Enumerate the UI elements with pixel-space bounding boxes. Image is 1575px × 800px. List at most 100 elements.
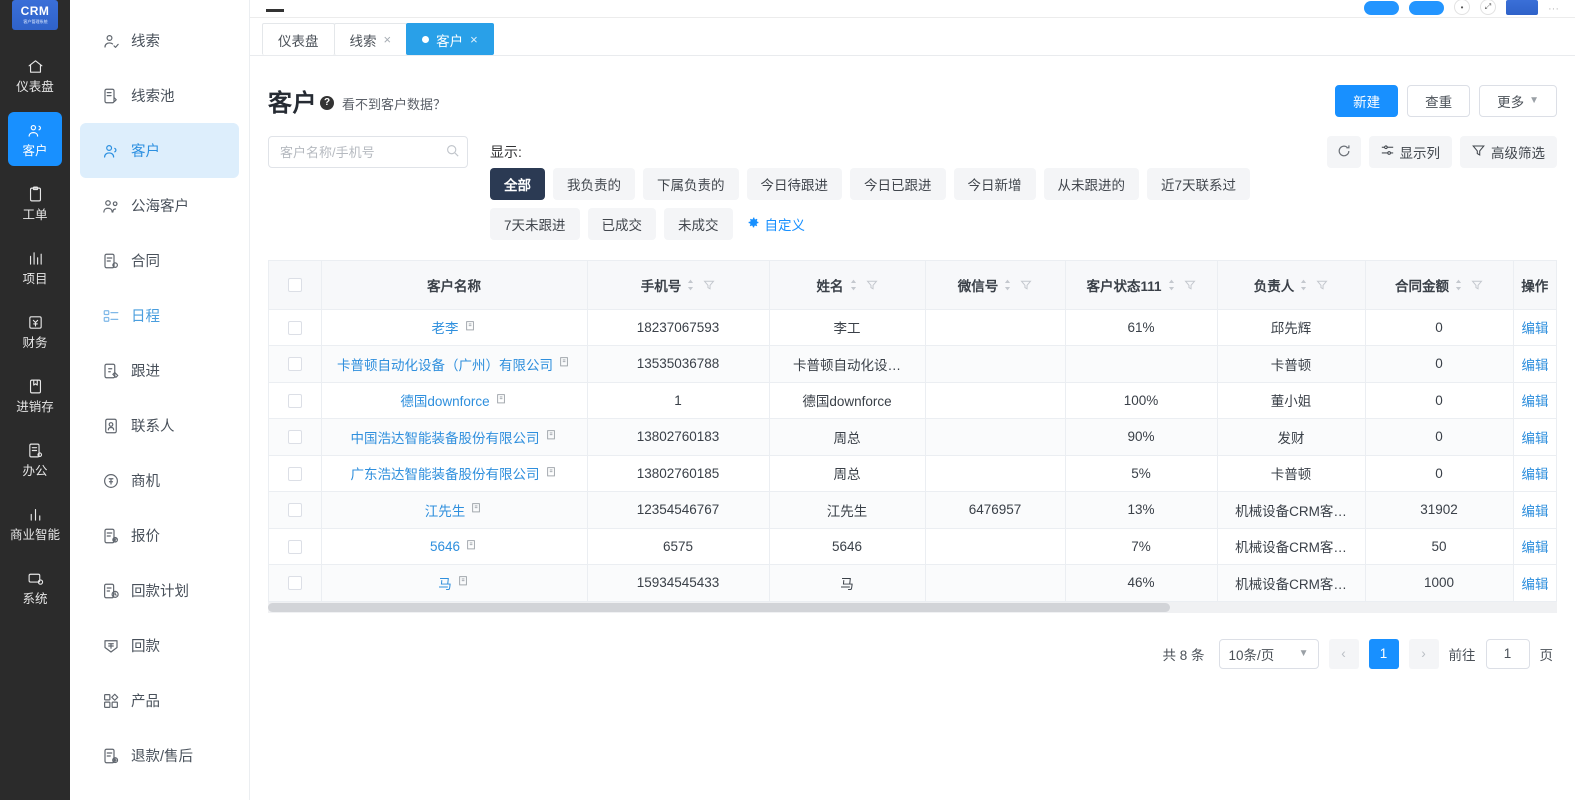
row-checkbox[interactable] (287, 503, 302, 518)
filter-chip-未成交[interactable]: 未成交 (664, 208, 733, 240)
create-button[interactable]: 新建 (1335, 84, 1399, 117)
customer-name-link[interactable]: 老李 (432, 317, 477, 337)
rail-item-客户[interactable]: 客户 (8, 112, 62, 166)
dedupe-button[interactable]: 查重 (1407, 84, 1471, 117)
table-horizontal-scrollbar[interactable] (268, 601, 1557, 613)
row-checkbox[interactable] (287, 466, 302, 481)
submenu-item-退款/售后[interactable]: 退款/售后 (80, 728, 239, 783)
page-size-select[interactable]: 10条/页 ▼ (1218, 638, 1319, 669)
rail-item-仪表盘[interactable]: 仪表盘 (8, 48, 62, 102)
rail-item-办公[interactable]: 办公 (8, 432, 62, 486)
copy-icon[interactable] (471, 502, 483, 517)
table-row[interactable]: 卡普顿自动化设备（广州）有限公司 13535036788 卡普顿自动化设… 卡普顿 0 编… (269, 345, 1556, 383)
notification-icon[interactable]: • (1454, 0, 1470, 15)
submenu-item-客户[interactable]: 客户 (80, 123, 239, 178)
submenu-item-日程[interactable]: 日程 (80, 288, 239, 343)
table-row[interactable]: 德国downforce1德国downforce100%董小姐0编辑跟进 (269, 382, 1556, 419)
page-number-1[interactable]: 1 (1368, 638, 1399, 669)
submenu-item-线索池[interactable]: 线索池 (80, 68, 239, 123)
menu-collapse-icon[interactable] (266, 9, 284, 12)
table-header-owner[interactable]: 负责人 (1217, 261, 1366, 310)
close-icon[interactable]: × (384, 33, 392, 46)
help-icon[interactable]: ? (320, 95, 334, 110)
edit-link[interactable]: 编辑 (1522, 536, 1549, 556)
row-checkbox[interactable] (287, 393, 302, 408)
submenu-item-跟进[interactable]: 跟进 (80, 343, 239, 398)
edit-link[interactable]: 编辑 (1522, 500, 1549, 520)
overflow-icon[interactable]: ··· (1548, 3, 1559, 15)
row-checkbox[interactable] (287, 576, 302, 591)
edit-link[interactable]: 编辑 (1522, 573, 1549, 593)
column-filter-icon[interactable] (1183, 279, 1196, 291)
row-checkbox[interactable] (287, 320, 302, 335)
edit-link[interactable]: 编辑 (1522, 317, 1549, 337)
copy-icon[interactable] (465, 320, 477, 335)
table-header-status[interactable]: 客户状态111 (1065, 261, 1218, 310)
table-row[interactable]: 广东浩达智能装备股份有限公司 13802760185周总 5%卡普顿0编辑跟进 (269, 455, 1556, 492)
advanced-filter-button[interactable]: 高级筛选 (1460, 136, 1557, 168)
row-checkbox[interactable] (287, 539, 302, 554)
close-icon[interactable]: × (470, 33, 478, 46)
refresh-button[interactable] (1326, 136, 1361, 168)
table-row[interactable]: 老李 18237067593李工 61%邱先辉0编辑跟进 (269, 309, 1556, 346)
rail-item-系统[interactable]: 系统 (8, 560, 62, 614)
copy-icon[interactable] (466, 539, 478, 554)
select-all-checkbox[interactable] (287, 278, 302, 293)
edit-link[interactable]: 编辑 (1522, 463, 1549, 483)
table-row[interactable]: 中国浩达智能装备股份有限公司 13802760183周总 90%发财0编辑跟进 (269, 418, 1556, 456)
filter-chip-全部[interactable]: 全部 (490, 168, 545, 200)
column-filter-icon[interactable] (1471, 279, 1483, 291)
rail-item-项目[interactable]: 项目 (8, 240, 62, 294)
tab-仪表盘[interactable]: 仪表盘 (262, 23, 335, 55)
table-row[interactable]: 5646657556467%机械设备CRM客…50编辑跟进 (269, 528, 1556, 565)
table-header-ops[interactable]: 操作 (1513, 261, 1556, 310)
submenu-item-报价[interactable]: 报价 (80, 508, 239, 563)
copy-icon[interactable] (546, 429, 558, 444)
prev-page-button[interactable]: ‹ (1328, 638, 1359, 669)
customer-name-link[interactable]: 马 (438, 573, 470, 593)
table-header-phone[interactable]: 手机号 (587, 261, 770, 310)
search-input[interactable] (268, 136, 468, 168)
avatar[interactable] (1506, 0, 1538, 15)
columns-button[interactable]: 显示列 (1368, 136, 1452, 168)
customer-name-link[interactable]: 5646 (430, 539, 478, 554)
more-button[interactable]: 更多 ▼ (1479, 84, 1557, 117)
filter-chip-下属负责的[interactable]: 下属负责的 (643, 168, 739, 200)
sort-icon[interactable] (1299, 279, 1308, 291)
submenu-item-产品[interactable]: 产品 (80, 673, 239, 728)
sort-icon[interactable] (1003, 279, 1012, 291)
submenu-item-合同[interactable]: 合同 (80, 233, 239, 288)
jump-page-input[interactable] (1485, 638, 1530, 669)
edit-link[interactable]: 编辑 (1522, 354, 1549, 374)
column-filter-icon[interactable] (1020, 279, 1032, 291)
topbar-primary-action-1[interactable] (1364, 1, 1400, 15)
next-page-button[interactable]: › (1408, 638, 1439, 669)
tab-客户[interactable]: 客户 × (406, 23, 494, 55)
copy-icon[interactable] (546, 466, 558, 481)
table-header-name[interactable]: 客户名称 (321, 261, 588, 310)
tab-线索[interactable]: 线索 × (333, 23, 408, 55)
column-filter-icon[interactable] (865, 279, 878, 291)
submenu-item-联系人[interactable]: 联系人 (80, 398, 239, 453)
filter-chip-今日已跟进[interactable]: 今日已跟进 (850, 168, 946, 200)
copy-icon[interactable] (559, 356, 571, 371)
rail-item-工单[interactable]: 工单 (8, 176, 62, 230)
table-row[interactable]: 马15934545433马46%机械设备CRM客…1000编辑跟进 (269, 564, 1556, 602)
edit-link[interactable]: 编辑 (1522, 427, 1549, 447)
column-filter-icon[interactable] (703, 279, 715, 291)
filter-chip-我负责的[interactable]: 我负责的 (553, 168, 635, 200)
filter-chip-7天未跟进[interactable]: 7天未跟进 (490, 208, 580, 240)
row-checkbox[interactable] (287, 357, 302, 372)
submenu-item-商机[interactable]: 商机 (80, 453, 239, 508)
rail-item-进销存[interactable]: 进销存 (8, 368, 62, 422)
rail-item-财务[interactable]: 财务 (8, 304, 62, 358)
filter-chip-已成交[interactable]: 已成交 (587, 208, 657, 240)
customer-name-link[interactable]: 卡普顿自动化设备（广州）有限公司 (337, 354, 571, 374)
filter-chip-从未跟进的[interactable]: 从未跟进的 (1043, 168, 1139, 200)
fullscreen-icon[interactable]: ⤢ (1480, 0, 1496, 15)
scrollbar-thumb[interactable] (268, 602, 1171, 612)
custom-filter-button[interactable]: 自定义 (741, 208, 820, 240)
table-row[interactable]: 江先生 12354546767 江先生 6476957 13% 机械设备CRM客… 3190… (269, 491, 1556, 529)
sort-icon[interactable] (849, 279, 858, 291)
filter-chip-今日待跟进[interactable]: 今日待跟进 (746, 168, 842, 200)
